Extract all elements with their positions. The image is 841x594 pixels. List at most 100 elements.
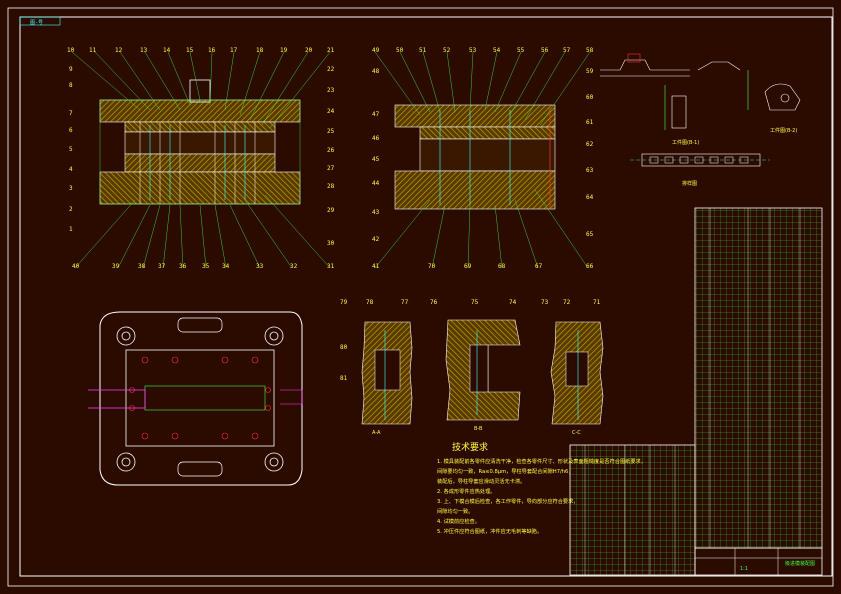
left-callout: 13 [140,47,148,54]
left-callout: 21 [327,47,335,54]
tech-requirements-title: 技术要求 [452,443,489,453]
right-callout: 69 [464,263,472,270]
side-section-view [394,104,556,210]
left-callout: 18 [256,47,264,54]
right-callout: 67 [535,263,543,270]
right-callout: 68 [498,263,506,270]
detail-callout: 74 [509,299,517,306]
parts-list-right [694,207,823,549]
right-callout: 44 [372,180,380,187]
right-callout: 56 [541,47,549,54]
detail-callout: 79 [340,299,348,306]
left-callout: 8 [69,82,73,89]
left-callout: 1 [69,226,73,233]
left-callout: 12 [115,47,123,54]
left-callout: 34 [222,263,230,270]
strip-layout-label: 排样图 [682,181,698,187]
left-callout: 29 [327,207,335,214]
left-callout: 4 [69,166,73,173]
part-view2-label: 工件图(B-2) [770,128,798,134]
title-block-name: 级进模装配图 [785,561,816,567]
left-callout: 17 [230,47,238,54]
left-callout: 37 [158,263,166,270]
tech-requirement-item: 2. 各成形零件应热处理。 [437,489,496,495]
detail-callout: 73 [541,299,549,306]
detail-c-label: C-C [572,430,581,436]
tech-requirement-item: 4. 试模前应检查。 [437,519,480,525]
left-callout: 20 [305,47,313,54]
left-callout: 26 [327,147,335,154]
detail-callout: 80 [340,344,348,351]
left-callout: 7 [69,110,73,117]
detail-callout: 71 [593,299,601,306]
main-section-view [99,79,301,205]
right-callout: 43 [372,209,380,216]
right-callout: 52 [443,47,451,54]
plan-view [88,311,303,486]
right-callout: 70 [428,263,436,270]
right-callout: 59 [586,68,594,75]
left-callout: 36 [179,263,187,270]
right-callout: 66 [586,263,594,270]
tech-requirement-item: 间隙要均匀一致，Ra≤0.8μm，导柱导套配合间隙H7/h6， [437,469,574,475]
detail-callout: 76 [430,299,438,306]
left-callout: 40 [72,263,80,270]
right-callout: 50 [396,47,404,54]
left-callout: 3 [69,185,73,192]
detail-a-label: A-A [372,430,381,436]
left-callout: 11 [89,47,97,54]
right-callout: 46 [372,135,380,142]
right-callout: 63 [586,167,594,174]
left-callout: 39 [112,263,120,270]
callout-numbers: 10 11 12 13 14 15 16 17 18 19 20 219876543212223242… [67,47,601,382]
left-callout: 31 [327,263,335,270]
part-view-label: 工件图(B-1) [672,140,700,146]
left-callout: 25 [327,128,335,135]
right-callout: 41 [372,263,380,270]
right-callout: 65 [586,231,594,238]
right-callout: 42 [372,236,380,243]
tech-requirement-item: 装配后，导柱导套应滑动灵活无卡滞。 [437,479,526,485]
right-callout: 51 [419,47,427,54]
detail-callout: 78 [366,299,374,306]
detail-b-label: B-B [474,426,483,432]
right-callout: 61 [586,119,594,126]
detail-callout: 77 [401,299,409,306]
strip-layout [630,153,770,167]
right-callout: 64 [586,194,594,201]
left-callout: 30 [327,240,335,247]
right-callout: 62 [586,141,594,148]
left-callout: 22 [327,66,335,73]
left-callout: 24 [327,108,335,115]
left-callout: 15 [186,47,194,54]
part-drawings [600,53,801,130]
right-callout: 48 [372,68,380,75]
left-callout: 9 [69,66,73,73]
tech-requirement-item: 5. 冲压件应符合图纸，冲件应无毛刺等缺陷。 [437,529,543,535]
left-callout: 27 [327,165,335,172]
left-callout: 38 [138,263,146,270]
left-callout: 14 [163,47,171,54]
right-callout: 58 [586,47,594,54]
right-callout: 57 [563,47,571,54]
left-callout: 28 [327,183,335,190]
tech-requirement-item: 3. 上、下模合模后检查，各工作零件，导向部分应符合要求， [437,499,579,505]
left-callout: 6 [69,127,73,134]
left-callout: 16 [208,47,216,54]
left-callout: 33 [256,263,264,270]
right-callout: 55 [517,47,525,54]
detail-callout: 81 [340,375,348,382]
corner-tag: 图-号 [30,20,44,26]
right-callout: 45 [372,156,380,163]
tech-requirement-item: 间隙均匀一致。 [437,509,474,515]
title-block-scale: 1:1 [740,566,749,572]
right-callout: 53 [469,47,477,54]
left-callout: 19 [280,47,288,54]
detail-callout: 72 [563,299,571,306]
drawing-canvas: 10 11 12 13 14 15 16 17 18 19 20 219876543212223242… [7,7,834,587]
left-callout: 23 [327,87,335,94]
tech-requirement-item: 1. 模具装配前各零件应清洗干净，检查各零件尺寸、形状及表面粗糙度是否符合图纸要… [437,459,646,465]
left-callout: 2 [69,206,73,213]
right-callout: 47 [372,111,380,118]
right-callout: 60 [586,94,594,101]
